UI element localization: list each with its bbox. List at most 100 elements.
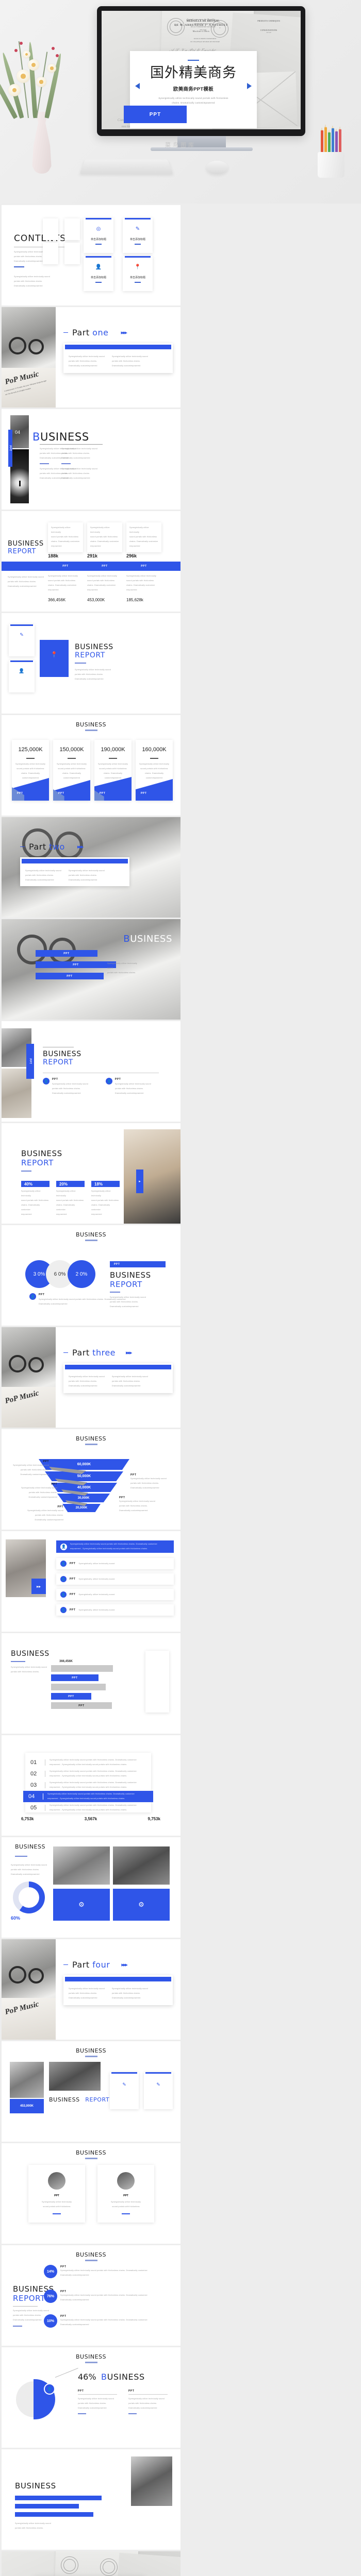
list-item-highlight[interactable]: 👤 Synergistically utilize technically so… [56,1540,174,1553]
list-row[interactable]: 01 Synergistically utilize technically s… [25,1757,151,1768]
slide-thumbnail-grid: CONTENTS Synergistically utilize technic… [0,204,361,2576]
list-row[interactable]: 05 Synergistically utilize technically s… [25,1802,151,1814]
flower-bloom [36,77,46,87]
card-top-rule [86,218,111,219]
kpi-card[interactable]: 150,000K Synergistically utilize technic… [53,740,90,801]
percent-badge: 20% [56,1181,85,1187]
percent-circle: 76% [44,2290,57,2303]
kpi-card[interactable]: 190,000K Synergistically utilize technic… [94,740,132,801]
mouse-prop [206,161,228,174]
location-icon: 📍 [134,264,141,270]
edit-icon: ✎ [135,226,140,232]
content-card[interactable]: ◎ 单击添加标题 [84,218,113,253]
stat-value: 6,753k [21,1817,34,1821]
slide-business-46[interactable]: BUSINESS 👤 46% BUSINESS PPT Synergistica… [2,2347,180,2448]
content-card[interactable]: ✎ [144,2072,173,2109]
list-item[interactable]: 👤 PPT Synergistically utilize technicall… [56,1604,174,1616]
card-top-rule [125,218,151,219]
accent-rule [85,2158,97,2159]
body-text: portals with frictionless chains. [61,472,90,474]
flower-bud [20,42,23,45]
profile-card[interactable]: PPT Synergistically utilize technically s… [97,2165,154,2223]
list-row-active[interactable]: 04 Synergistically utilize technically s… [23,1791,153,1802]
slide-part-one[interactable]: PoP Music A Undercurrent / A Thunder. My… [2,307,180,408]
location-icon: 📍 [51,652,58,658]
slide-contents[interactable]: CONTENTS Synergistically utilize technic… [2,205,180,306]
list-item[interactable]: 👤 PPT Synergistically utilize technicall… [56,1589,174,1600]
item-label: PPT [70,1578,76,1581]
kpi-value: 190,000K [101,747,125,753]
user-icon: 👤 [60,1576,67,1582]
slide-part-two[interactable]: Part two ▸▸▸ Synergistically utilize tec… [2,817,180,918]
content-card[interactable]: 📍 单击添加标题 [123,256,153,291]
slide-business-report-photo[interactable]: BUSINESS 453,000K BUSINESS REPORT ✎ ✎ [2,2041,180,2142]
kpi-card[interactable]: 125,000K Synergistically utilize technic… [12,740,49,801]
slide-business-report-two-col[interactable]: PPT BUSINESS REPORT 👤 PPT Synergisticall… [2,1021,180,1122]
slide-photo-list[interactable]: ▸▸ 👤 Synergistically utilize technically… [2,1531,180,1632]
next-arrow-icon[interactable]: ▸ [136,1170,143,1193]
list-row[interactable]: 02 Synergistically utilize technically s… [25,1768,151,1780]
list-item[interactable]: 👤 PPT Synergistically utilize technicall… [56,1558,174,1569]
list-row[interactable]: 03 Synergistically utilize technically s… [25,1780,151,1791]
slide-funnel[interactable]: BUSINESS 60,000K 50,000K 40,000K 30,000K… [2,1429,180,1530]
row-number: 04 [28,1793,35,1800]
page-subtitle: REPORT [110,1280,142,1289]
slide-business-circles[interactable]: BUSINESS 3 0% 6 0% 2 0% 👤 PPT Synergisti… [2,1225,180,1326]
page-title: BUSINESS [8,540,44,548]
metric-value: 291k [87,553,98,558]
percent-badge: 40% [21,1181,50,1187]
slide-business-donut[interactable]: BUSINESS Synergistically utilize technic… [2,1837,180,1938]
glasses-photo: PoP Music [2,1327,56,1428]
chevron-right-icon: ▸▸▸ [77,844,84,850]
slide-business-kpi[interactable]: BUSINESS 125,000K Synergistically utiliz… [2,715,180,816]
slide-business-bars[interactable]: BUSINESS PPT PPT PPT Synergistically uti… [2,919,180,1020]
list-item[interactable]: 👤 PPT Synergistically utilize technicall… [56,1573,174,1585]
page-title: BUSINESS [76,2353,106,2360]
slide-business-final[interactable]: BUSINESS Synergistically utilize technic… [2,2449,180,2550]
bar-item: PPT [36,961,116,968]
chevron-right-icon: ▸▸▸ [121,330,127,336]
hero-ppt-button[interactable]: PPT [124,106,187,123]
slide-part-three[interactable]: PoP Music Part three ▸▸▸ Synergistically… [2,1327,180,1428]
avatar [117,2172,135,2190]
kpi-card[interactable]: 160,000K Synergistically utilize technic… [136,740,173,801]
ppt-cell: PPT [102,565,108,568]
slide-business-avatars[interactable]: BUSINESS PPT Synergistically utilize tec… [2,2143,180,2244]
profile-card[interactable]: PPT Synergistically utilize technically s… [28,2165,85,2223]
page-title: BUSINESS [75,643,113,651]
ppt-tag: PPT [141,792,147,795]
slide-business-intro[interactable]: PPT 04 BUSINESS Synergistically utilize … [2,409,180,510]
flower-bloom [8,84,21,96]
ppt-tag: PPT [58,792,64,795]
card-top-rule [86,256,111,258]
slide-business-report-table[interactable]: BUSINESS REPORT Synergistically utilize … [2,511,180,612]
content-card[interactable]: ✎ [110,2072,139,2109]
content-card[interactable]: ✎ 单击添加标题 [123,218,153,253]
slide-thank-you[interactable]: THANK YOU 欧美商务PPT模板 Synergistically util… [2,2551,180,2576]
slide-part-four[interactable]: PoP Music Part four ▸▸▸ Synergistically … [2,1939,180,2040]
accent-rule [85,1444,97,1445]
part-title: Part three [72,1348,116,1358]
bar-item: PPT [36,950,97,957]
next-arrow-icon[interactable]: ▸▸ [31,1579,46,1594]
slide-business-report-percent[interactable]: BUSINESS REPORT 40% Synergistically util… [2,1123,180,1224]
ppt-template-preview-page: Grand concours de Bouilly DE M. ARRENDAR… [0,0,361,2576]
page-title: BUSINESS [76,721,106,728]
next-arrow-icon[interactable] [247,83,252,89]
percent-circle: 2 0% [68,1260,95,1288]
slide-numbered-list[interactable]: 01 Synergistically utilize technically s… [2,1735,180,1836]
doc-column-title: PRODUITS CHIMIQUES [257,20,281,23]
slide-business-stacked[interactable]: BUSINESS Synergistically utilize technic… [2,1633,180,1734]
page-title: BUSINESS [76,2251,106,2258]
prev-arrow-icon[interactable] [135,83,140,89]
bar-item [15,2504,79,2509]
slide-business-report-pct-circles[interactable]: BUSINESS BUSINESS REPORT Synergistically… [2,2245,180,2346]
page-title: BUSINESS [76,2047,106,2054]
body-text: portals with frictionless chains. [69,360,97,362]
slide-business-report-cards[interactable]: ✎ 👤 📍 BUSINESS REPORT Synergistically ut… [2,613,180,714]
accent-rule [63,332,68,333]
keyboard-prop [79,159,173,175]
user-icon: 👤 [95,264,102,270]
content-card[interactable]: 👤 单击添加标题 [84,256,113,291]
side-tab: PPT [26,1044,34,1079]
